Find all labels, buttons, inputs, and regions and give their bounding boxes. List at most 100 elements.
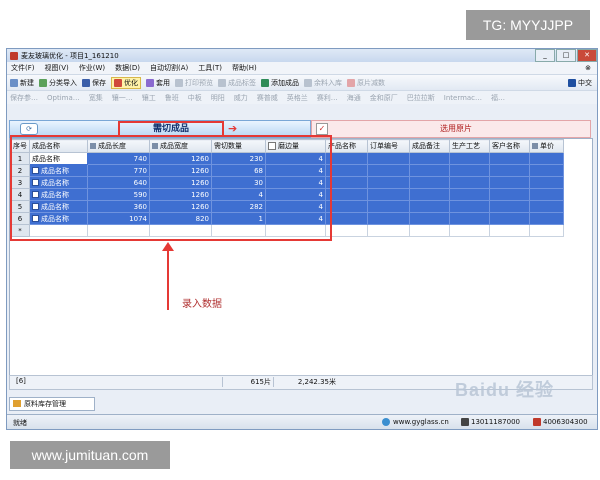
menu-work[interactable]: 作业(W)	[79, 63, 105, 73]
menu-auto-cut[interactable]: 自动切割(A)	[150, 63, 188, 73]
cell-width[interactable]: 1260	[149, 152, 212, 165]
optimize-button[interactable]: 优化	[111, 76, 141, 89]
new-button[interactable]: 新建	[10, 78, 34, 88]
cell-name[interactable]: 成品名称	[29, 164, 88, 177]
col-header-qty[interactable]: 需切数量	[211, 139, 266, 153]
cell-width[interactable]: 1260	[149, 176, 212, 189]
sheet-reduce-button[interactable]: 原片减数	[347, 78, 385, 88]
cell-empty[interactable]	[489, 200, 530, 213]
menu-view[interactable]: 视图(V)	[45, 63, 69, 73]
cell-empty[interactable]	[367, 200, 410, 213]
cell-empty[interactable]	[409, 188, 450, 201]
cell-empty[interactable]	[409, 164, 450, 177]
cell-edge[interactable]: 4	[265, 188, 326, 201]
cell-empty[interactable]	[489, 176, 530, 189]
cell-edge[interactable]: 4	[265, 164, 326, 177]
cell-empty[interactable]	[449, 152, 490, 165]
table-row[interactable]: 1 成品名称 740 1260 230 4	[10, 152, 564, 165]
print-preview-button[interactable]: 打印预览	[175, 78, 213, 88]
col-header-name[interactable]: 成品名称	[29, 139, 88, 153]
cell-name[interactable]: 成品名称	[29, 188, 88, 201]
cell-empty[interactable]	[149, 224, 212, 237]
close-button[interactable]: ✕	[577, 49, 597, 62]
machine-item[interactable]: 鲁班	[165, 93, 179, 103]
status-website[interactable]: www.gyglass.cn	[393, 418, 449, 426]
cell-empty[interactable]	[409, 200, 450, 213]
cell-empty[interactable]	[529, 212, 564, 225]
col-header-length[interactable]: 成品长度	[87, 139, 150, 153]
machine-item[interactable]: Optima…	[47, 94, 80, 102]
tab-cut-products[interactable]: ⟳ 需切成品 ➔	[9, 120, 311, 138]
cell-empty[interactable]	[325, 224, 368, 237]
refresh-icon[interactable]: ⟳	[20, 123, 38, 135]
cell-empty[interactable]	[529, 152, 564, 165]
machine-item[interactable]: 威力	[234, 93, 248, 103]
machine-item[interactable]: 镶一…	[112, 93, 133, 103]
cell-empty[interactable]	[529, 176, 564, 189]
menu-help[interactable]: 帮助(H)	[232, 63, 257, 73]
table-new-row[interactable]: *	[10, 224, 564, 237]
cell-empty[interactable]	[489, 152, 530, 165]
cell-edge[interactable]: 4	[265, 176, 326, 189]
menu-tools[interactable]: 工具(T)	[198, 63, 222, 73]
machine-item[interactable]: 赛利…	[317, 93, 338, 103]
machine-item[interactable]: 福…	[491, 93, 505, 103]
cell-length[interactable]: 640	[87, 176, 150, 189]
cell-name[interactable]: 成品名称	[29, 212, 88, 225]
cell-empty[interactable]	[367, 164, 410, 177]
cell-empty[interactable]	[29, 224, 88, 237]
mdi-close-icon[interactable]: ⊗	[585, 64, 591, 72]
cell-width[interactable]: 1260	[149, 188, 212, 201]
cell-empty[interactable]	[265, 224, 326, 237]
cell-empty[interactable]	[529, 224, 564, 237]
cell-qty[interactable]: 4	[211, 188, 266, 201]
cell-empty[interactable]	[409, 212, 450, 225]
cell-qty[interactable]: 1	[211, 212, 266, 225]
cell-empty[interactable]	[409, 152, 450, 165]
table-row[interactable]: 4 成品名称 590 1260 4 4	[10, 188, 564, 201]
cell-empty[interactable]	[409, 224, 450, 237]
cell-length[interactable]: 360	[87, 200, 150, 213]
machine-item[interactable]: 海通	[347, 93, 361, 103]
cell-empty[interactable]	[367, 176, 410, 189]
menu-file[interactable]: 文件(F)	[11, 63, 35, 73]
cell-empty[interactable]	[489, 224, 530, 237]
add-product-button[interactable]: 添加成品	[261, 78, 299, 88]
cell-empty[interactable]	[367, 188, 410, 201]
machine-item[interactable]: Intermac…	[444, 94, 482, 102]
cell-empty[interactable]	[449, 176, 490, 189]
cell-edge[interactable]: 4	[265, 200, 326, 213]
maximize-button[interactable]: □	[556, 49, 576, 62]
cell-length[interactable]: 740	[87, 152, 150, 165]
cell-empty[interactable]	[489, 164, 530, 177]
cell-length[interactable]: 590	[87, 188, 150, 201]
cell-qty[interactable]: 282	[211, 200, 266, 213]
table-row[interactable]: 2 成品名称 770 1260 68 4	[10, 164, 564, 177]
cell-empty[interactable]	[489, 212, 530, 225]
machine-item[interactable]: 巴拉拉斯	[407, 93, 435, 103]
cell-empty[interactable]	[325, 176, 368, 189]
machine-item[interactable]: 中板	[188, 93, 202, 103]
col-header-no[interactable]: 序号	[10, 139, 30, 153]
cell-empty[interactable]	[367, 212, 410, 225]
col-header-order-no[interactable]: 订单编号	[367, 139, 410, 153]
cell-empty[interactable]	[211, 224, 266, 237]
cell-edge[interactable]: 4	[265, 152, 326, 165]
cell-name[interactable]: 成品名称	[29, 176, 88, 189]
cell-empty[interactable]	[325, 188, 368, 201]
tab-selected-sheets[interactable]: ✓ 选用原片	[311, 120, 591, 138]
cell-empty[interactable]	[449, 188, 490, 201]
cell-empty[interactable]	[325, 152, 368, 165]
cell-empty[interactable]	[367, 224, 410, 237]
machine-item[interactable]: 宽集	[89, 93, 103, 103]
cell-empty[interactable]	[529, 188, 564, 201]
table-row[interactable]: 5 成品名称 360 1260 282 4	[10, 200, 564, 213]
checkbox-icon[interactable]: ✓	[316, 123, 328, 135]
tab-stock-management[interactable]: 原料库存管理	[9, 397, 95, 411]
language-button[interactable]: 中交	[568, 78, 592, 88]
cell-edge[interactable]: 4	[265, 212, 326, 225]
col-header-width[interactable]: 成品宽度	[149, 139, 212, 153]
cell-width[interactable]: 820	[149, 212, 212, 225]
machine-item[interactable]: 英格兰	[287, 93, 308, 103]
cell-empty[interactable]	[409, 176, 450, 189]
